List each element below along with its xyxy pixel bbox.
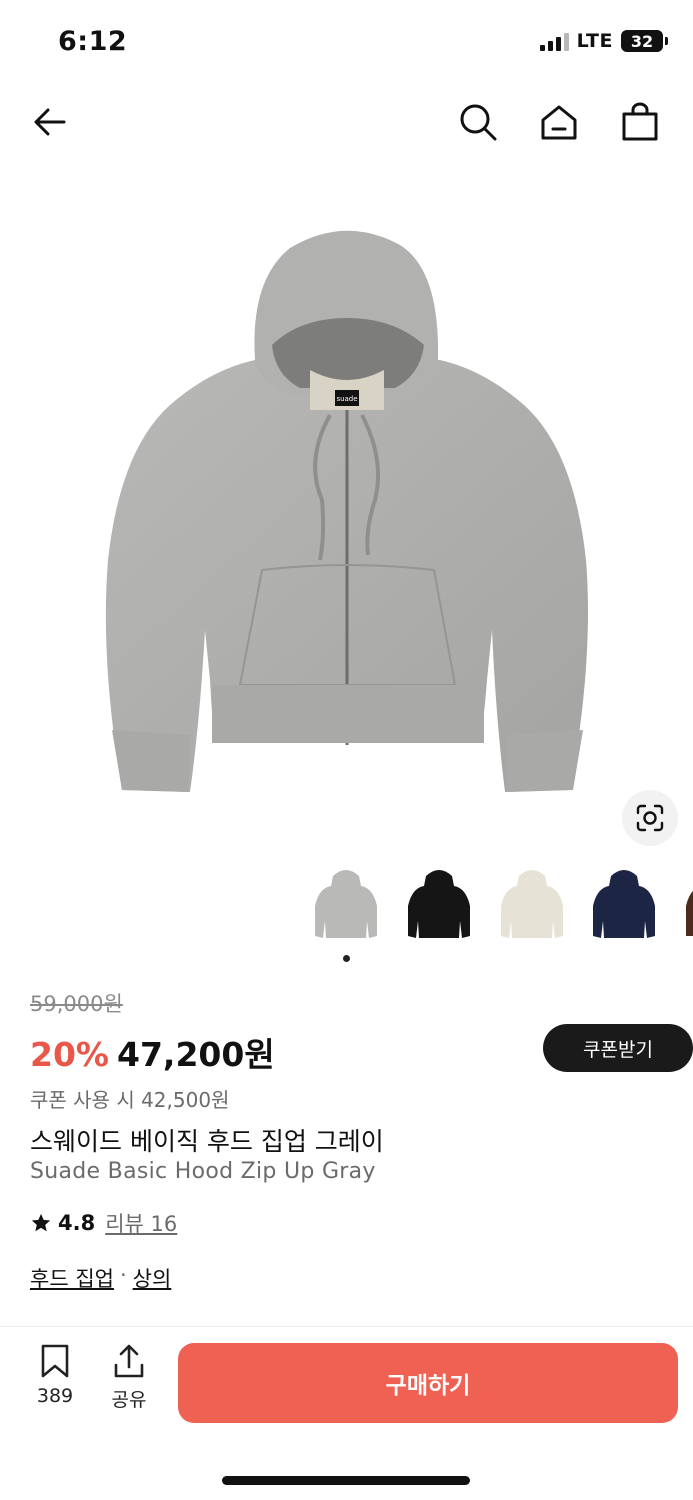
sale-price: 47,200원 (117, 1035, 275, 1074)
top-navigation (0, 86, 693, 158)
color-thumbnails (0, 866, 693, 948)
star-icon (31, 1213, 51, 1232)
discount-rate: 20% (30, 1035, 109, 1074)
shopping-bag-icon (622, 102, 658, 141)
buy-button[interactable]: 구매하기 (178, 1343, 678, 1423)
search-button[interactable] (454, 98, 502, 146)
battery-icon: 32 (621, 30, 668, 52)
lens-icon (636, 804, 664, 832)
product-image[interactable]: suade (0, 160, 693, 860)
status-time: 6:12 (58, 26, 128, 57)
cart-button[interactable] (616, 98, 664, 146)
hoodie-thumbnail (501, 870, 563, 938)
network-label: LTE (576, 30, 613, 52)
hoodie-thumbnail (593, 870, 655, 938)
home-button[interactable] (535, 98, 583, 146)
back-button[interactable] (26, 98, 74, 146)
bookmark-count: 389 (36, 1385, 74, 1407)
hoodie-thumbnail (408, 870, 470, 938)
product-name-korean: 스웨이드 베이직 후드 집업 그레이 (30, 1127, 384, 1156)
bookmark-button[interactable]: 389 (25, 1343, 85, 1407)
bottom-action-bar: 389 공유 구매하기 (0, 1326, 693, 1446)
visual-search-button[interactable] (622, 790, 678, 846)
home-indicator (222, 1476, 470, 1485)
review-link[interactable]: 리뷰 16 (105, 1208, 177, 1238)
price-section: 59,000원 20% 47,200원 쿠폰 사용 시 42,500원 쿠폰받기 (30, 988, 693, 1113)
search-icon (460, 104, 497, 141)
brand-tag: suade (336, 395, 357, 403)
share-button[interactable]: 공유 (99, 1343, 159, 1412)
thumbnail-gray[interactable] (311, 866, 381, 946)
category-link-top[interactable]: 상의 (133, 1263, 172, 1293)
product-name-english: Suade Basic Hood Zip Up Gray (30, 1159, 376, 1184)
status-bar: 6:12 LTE 32 (0, 0, 693, 86)
category-breadcrumb: 후드 집업 · 상의 (30, 1263, 171, 1293)
rating-row: 4.8 리뷰 16 (30, 1208, 177, 1238)
share-icon (114, 1344, 144, 1378)
coupon-price: 쿠폰 사용 시 42,500원 (30, 1088, 230, 1112)
hoodie-thumbnail (686, 890, 693, 936)
hoodie-thumbnail (315, 870, 377, 938)
status-indicators: LTE 32 (539, 30, 668, 52)
category-separator: · (119, 1263, 127, 1287)
home-icon (541, 105, 577, 140)
arrow-left-icon (34, 108, 66, 136)
share-label: 공유 (111, 1389, 147, 1411)
thumbnail-ivory[interactable] (497, 866, 567, 946)
gallery-page-indicator (343, 955, 350, 962)
category-link-hood-zip[interactable]: 후드 집업 (30, 1263, 114, 1293)
signal-icon (539, 31, 569, 51)
thumbnail-black[interactable] (404, 866, 474, 946)
original-price: 59,000원 (30, 992, 123, 1016)
thumbnail-brown[interactable] (682, 866, 693, 946)
rating-score: 4.8 (58, 1211, 96, 1235)
hoodie-image: suade (105, 230, 588, 792)
get-coupon-button[interactable]: 쿠폰받기 (543, 1024, 693, 1072)
thumbnail-navy[interactable] (589, 866, 659, 946)
bookmark-icon (41, 1344, 69, 1378)
